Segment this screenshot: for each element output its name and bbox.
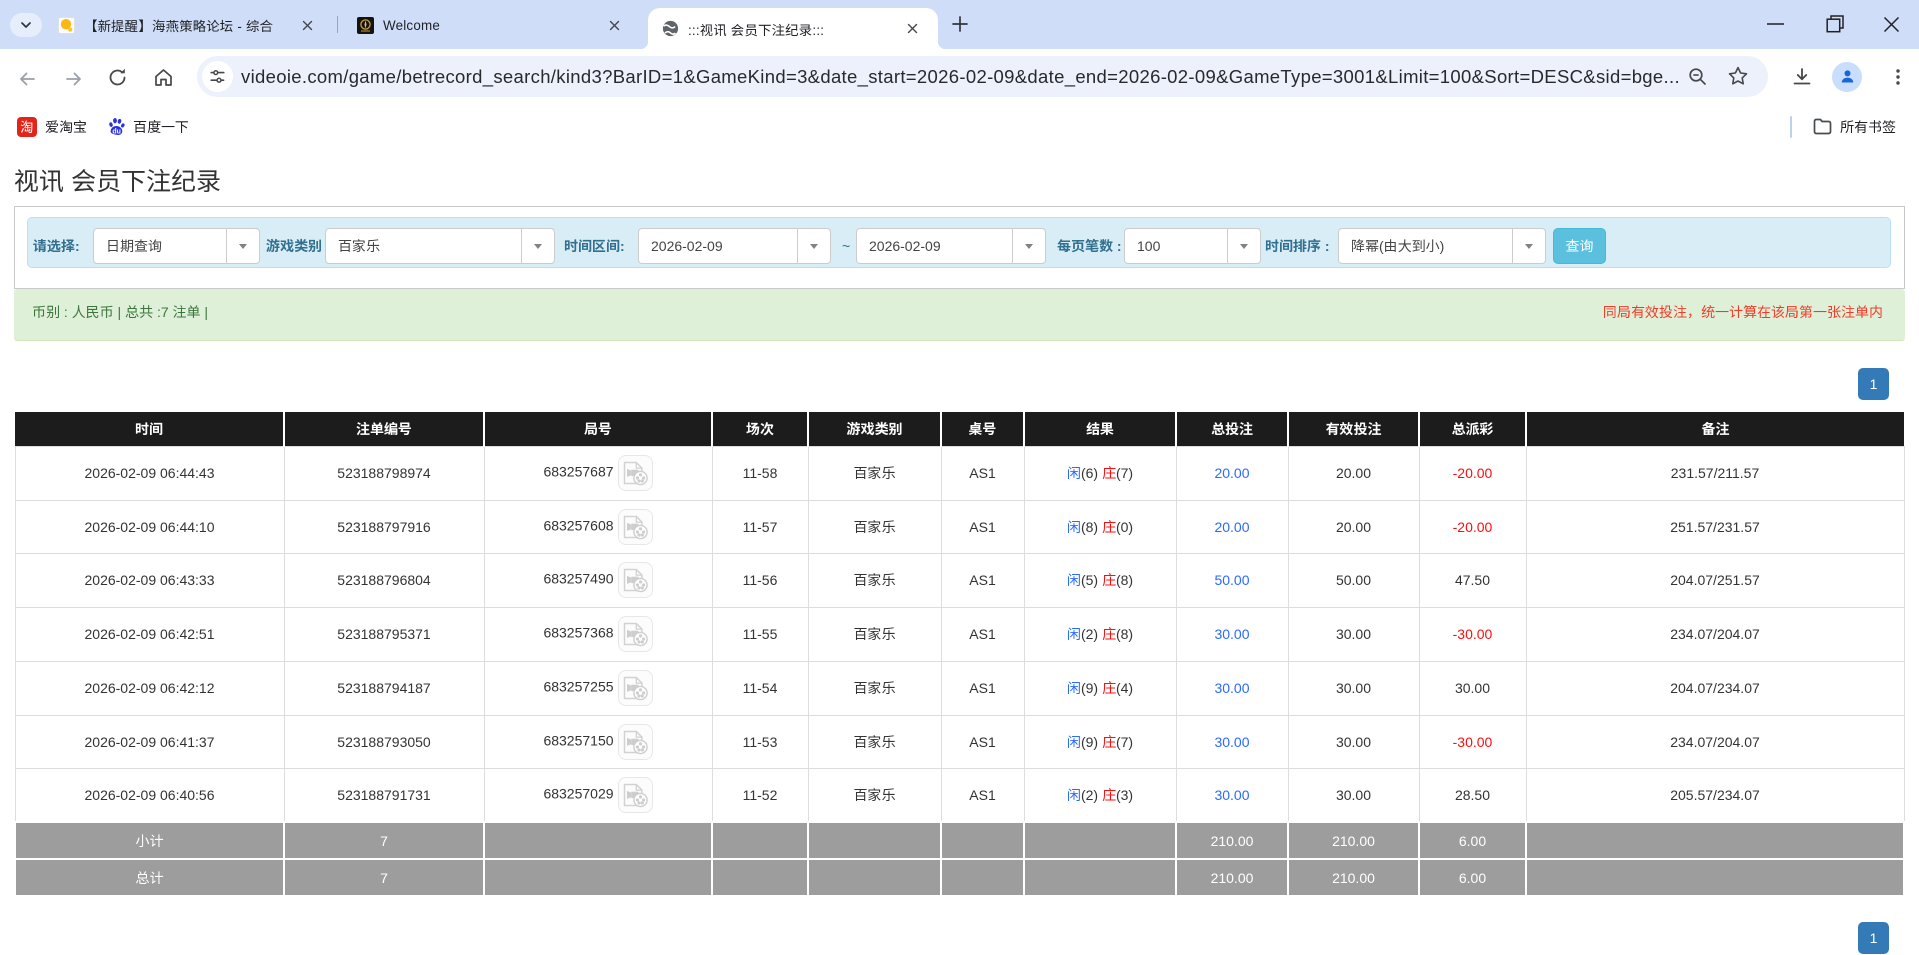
svg-text:du: du <box>112 128 121 135</box>
svg-text:淘: 淘 <box>20 117 34 136</box>
